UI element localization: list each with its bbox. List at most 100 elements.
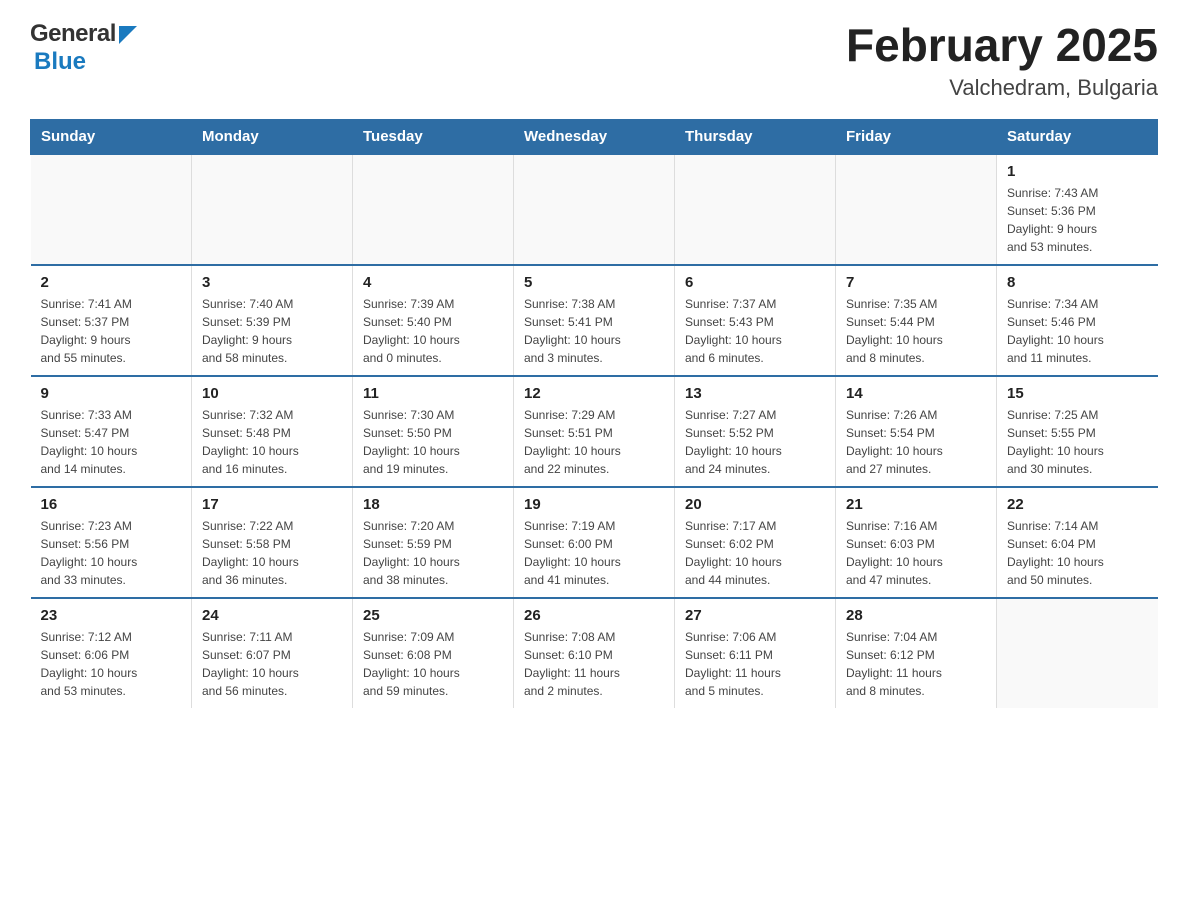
calendar-cell: 14Sunrise: 7:26 AMSunset: 5:54 PMDayligh… bbox=[836, 376, 997, 487]
calendar-cell: 1 Sunrise: 7:43 AMSunset: 5:36 PMDaylight… bbox=[997, 154, 1158, 265]
day-number: 24 bbox=[202, 607, 342, 624]
calendar-cell bbox=[192, 154, 353, 265]
calendar-cell: 24 Sunrise: 7:11 AMSunset: 6:07 PMDayligh… bbox=[192, 598, 353, 708]
day-info: Sunrise: 7:33 AMSunset: 5:47 PMDaylight:… bbox=[41, 406, 182, 478]
calendar-cell: 23Sunrise: 7:12 AMSunset: 6:06 PMDayligh… bbox=[31, 598, 192, 708]
day-info: Sunrise: 7:25 AMSunset: 5:55 PMDaylight:… bbox=[1007, 406, 1148, 478]
calendar-cell: 22 Sunrise: 7:14 AMSunset: 6:04 PMDayligh… bbox=[997, 487, 1158, 598]
day-number: 13 bbox=[685, 385, 825, 402]
day-number: 7 bbox=[846, 274, 986, 291]
day-info: Sunrise: 7:23 AMSunset: 5:56 PMDaylight:… bbox=[41, 517, 182, 589]
day-number: 2 bbox=[41, 274, 182, 291]
calendar-subtitle: Valchedram, Bulgaria bbox=[846, 75, 1158, 101]
header-thursday: Thursday bbox=[675, 119, 836, 154]
calendar-cell: 19 Sunrise: 7:19 AMSunset: 6:00 PMDayligh… bbox=[514, 487, 675, 598]
header-friday: Friday bbox=[836, 119, 997, 154]
day-number: 10 bbox=[202, 385, 342, 402]
day-number: 26 bbox=[524, 607, 664, 624]
day-number: 5 bbox=[524, 274, 664, 291]
logo: General Blue bbox=[30, 20, 137, 76]
calendar-title: February 2025 bbox=[846, 20, 1158, 71]
calendar-cell: 3 Sunrise: 7:40 AMSunset: 5:39 PMDaylight… bbox=[192, 265, 353, 376]
day-number: 21 bbox=[846, 496, 986, 513]
calendar-cell: 25Sunrise: 7:09 AMSunset: 6:08 PMDayligh… bbox=[353, 598, 514, 708]
day-info: Sunrise: 7:35 AMSunset: 5:44 PMDaylight:… bbox=[846, 295, 986, 367]
logo-text-blue: Blue bbox=[34, 48, 86, 76]
day-number: 9 bbox=[41, 385, 182, 402]
calendar-table: SundayMondayTuesdayWednesdayThursdayFrid… bbox=[30, 119, 1158, 708]
day-info: Sunrise: 7:41 AMSunset: 5:37 PMDaylight:… bbox=[41, 295, 182, 367]
day-info: Sunrise: 7:43 AMSunset: 5:36 PMDaylight:… bbox=[1007, 184, 1148, 256]
day-number: 15 bbox=[1007, 385, 1148, 402]
day-number: 27 bbox=[685, 607, 825, 624]
day-info: Sunrise: 7:09 AMSunset: 6:08 PMDaylight:… bbox=[363, 628, 503, 700]
day-info: Sunrise: 7:26 AMSunset: 5:54 PMDaylight:… bbox=[846, 406, 986, 478]
calendar-cell: 8 Sunrise: 7:34 AMSunset: 5:46 PMDaylight… bbox=[997, 265, 1158, 376]
calendar-cell: 11Sunrise: 7:30 AMSunset: 5:50 PMDayligh… bbox=[353, 376, 514, 487]
calendar-cell: 4 Sunrise: 7:39 AMSunset: 5:40 PMDaylight… bbox=[353, 265, 514, 376]
day-number: 1 bbox=[1007, 163, 1148, 180]
calendar-cell: 21Sunrise: 7:16 AMSunset: 6:03 PMDayligh… bbox=[836, 487, 997, 598]
day-number: 20 bbox=[685, 496, 825, 513]
header-monday: Monday bbox=[192, 119, 353, 154]
day-info: Sunrise: 7:29 AMSunset: 5:51 PMDaylight:… bbox=[524, 406, 664, 478]
day-info: Sunrise: 7:04 AMSunset: 6:12 PMDaylight:… bbox=[846, 628, 986, 700]
calendar-cell: 27 Sunrise: 7:06 AMSunset: 6:11 PMDayligh… bbox=[675, 598, 836, 708]
calendar-cell: 6 Sunrise: 7:37 AMSunset: 5:43 PMDaylight… bbox=[675, 265, 836, 376]
day-number: 23 bbox=[41, 607, 182, 624]
day-number: 12 bbox=[524, 385, 664, 402]
day-info: Sunrise: 7:06 AMSunset: 6:11 PMDaylight:… bbox=[685, 628, 825, 700]
day-info: Sunrise: 7:22 AMSunset: 5:58 PMDaylight:… bbox=[202, 517, 342, 589]
day-number: 6 bbox=[685, 274, 825, 291]
day-info: Sunrise: 7:14 AMSunset: 6:04 PMDaylight:… bbox=[1007, 517, 1148, 589]
calendar-body: 1 Sunrise: 7:43 AMSunset: 5:36 PMDaylight… bbox=[31, 154, 1158, 708]
calendar-cell bbox=[31, 154, 192, 265]
calendar-cell: 20 Sunrise: 7:17 AMSunset: 6:02 PMDayligh… bbox=[675, 487, 836, 598]
week-row-1: 1 Sunrise: 7:43 AMSunset: 5:36 PMDaylight… bbox=[31, 154, 1158, 265]
calendar-header: SundayMondayTuesdayWednesdayThursdayFrid… bbox=[31, 119, 1158, 154]
day-number: 17 bbox=[202, 496, 342, 513]
calendar-cell: 15 Sunrise: 7:25 AMSunset: 5:55 PMDayligh… bbox=[997, 376, 1158, 487]
week-row-3: 9 Sunrise: 7:33 AMSunset: 5:47 PMDaylight… bbox=[31, 376, 1158, 487]
header-tuesday: Tuesday bbox=[353, 119, 514, 154]
logo-text-general: General bbox=[30, 20, 116, 48]
day-number: 16 bbox=[41, 496, 182, 513]
calendar-cell bbox=[675, 154, 836, 265]
day-info: Sunrise: 7:37 AMSunset: 5:43 PMDaylight:… bbox=[685, 295, 825, 367]
calendar-cell: 18 Sunrise: 7:20 AMSunset: 5:59 PMDayligh… bbox=[353, 487, 514, 598]
calendar-cell: 13 Sunrise: 7:27 AMSunset: 5:52 PMDayligh… bbox=[675, 376, 836, 487]
day-number: 11 bbox=[363, 385, 503, 402]
title-block: February 2025 Valchedram, Bulgaria bbox=[846, 20, 1158, 101]
day-number: 19 bbox=[524, 496, 664, 513]
day-info: Sunrise: 7:08 AMSunset: 6:10 PMDaylight:… bbox=[524, 628, 664, 700]
day-info: Sunrise: 7:40 AMSunset: 5:39 PMDaylight:… bbox=[202, 295, 342, 367]
logo-arrow-icon bbox=[119, 26, 137, 44]
week-row-4: 16 Sunrise: 7:23 AMSunset: 5:56 PMDayligh… bbox=[31, 487, 1158, 598]
day-info: Sunrise: 7:19 AMSunset: 6:00 PMDaylight:… bbox=[524, 517, 664, 589]
day-number: 18 bbox=[363, 496, 503, 513]
header-saturday: Saturday bbox=[997, 119, 1158, 154]
calendar-cell: 17 Sunrise: 7:22 AMSunset: 5:58 PMDayligh… bbox=[192, 487, 353, 598]
day-info: Sunrise: 7:27 AMSunset: 5:52 PMDaylight:… bbox=[685, 406, 825, 478]
day-number: 3 bbox=[202, 274, 342, 291]
calendar-cell bbox=[353, 154, 514, 265]
day-info: Sunrise: 7:39 AMSunset: 5:40 PMDaylight:… bbox=[363, 295, 503, 367]
page-header: General Blue February 2025 Valchedram, B… bbox=[30, 20, 1158, 101]
day-info: Sunrise: 7:20 AMSunset: 5:59 PMDaylight:… bbox=[363, 517, 503, 589]
calendar-cell: 10Sunrise: 7:32 AMSunset: 5:48 PMDayligh… bbox=[192, 376, 353, 487]
calendar-cell: 2 Sunrise: 7:41 AMSunset: 5:37 PMDaylight… bbox=[31, 265, 192, 376]
week-row-2: 2 Sunrise: 7:41 AMSunset: 5:37 PMDaylight… bbox=[31, 265, 1158, 376]
day-info: Sunrise: 7:11 AMSunset: 6:07 PMDaylight:… bbox=[202, 628, 342, 700]
day-number: 22 bbox=[1007, 496, 1148, 513]
day-info: Sunrise: 7:17 AMSunset: 6:02 PMDaylight:… bbox=[685, 517, 825, 589]
calendar-cell: 12 Sunrise: 7:29 AMSunset: 5:51 PMDayligh… bbox=[514, 376, 675, 487]
calendar-cell: 7 Sunrise: 7:35 AMSunset: 5:44 PMDaylight… bbox=[836, 265, 997, 376]
header-sunday: Sunday bbox=[31, 119, 192, 154]
day-info: Sunrise: 7:34 AMSunset: 5:46 PMDaylight:… bbox=[1007, 295, 1148, 367]
day-number: 8 bbox=[1007, 274, 1148, 291]
calendar-cell: 26 Sunrise: 7:08 AMSunset: 6:10 PMDayligh… bbox=[514, 598, 675, 708]
day-number: 4 bbox=[363, 274, 503, 291]
calendar-cell: 5Sunrise: 7:38 AMSunset: 5:41 PMDaylight… bbox=[514, 265, 675, 376]
calendar-cell bbox=[836, 154, 997, 265]
calendar-cell: 28Sunrise: 7:04 AMSunset: 6:12 PMDayligh… bbox=[836, 598, 997, 708]
